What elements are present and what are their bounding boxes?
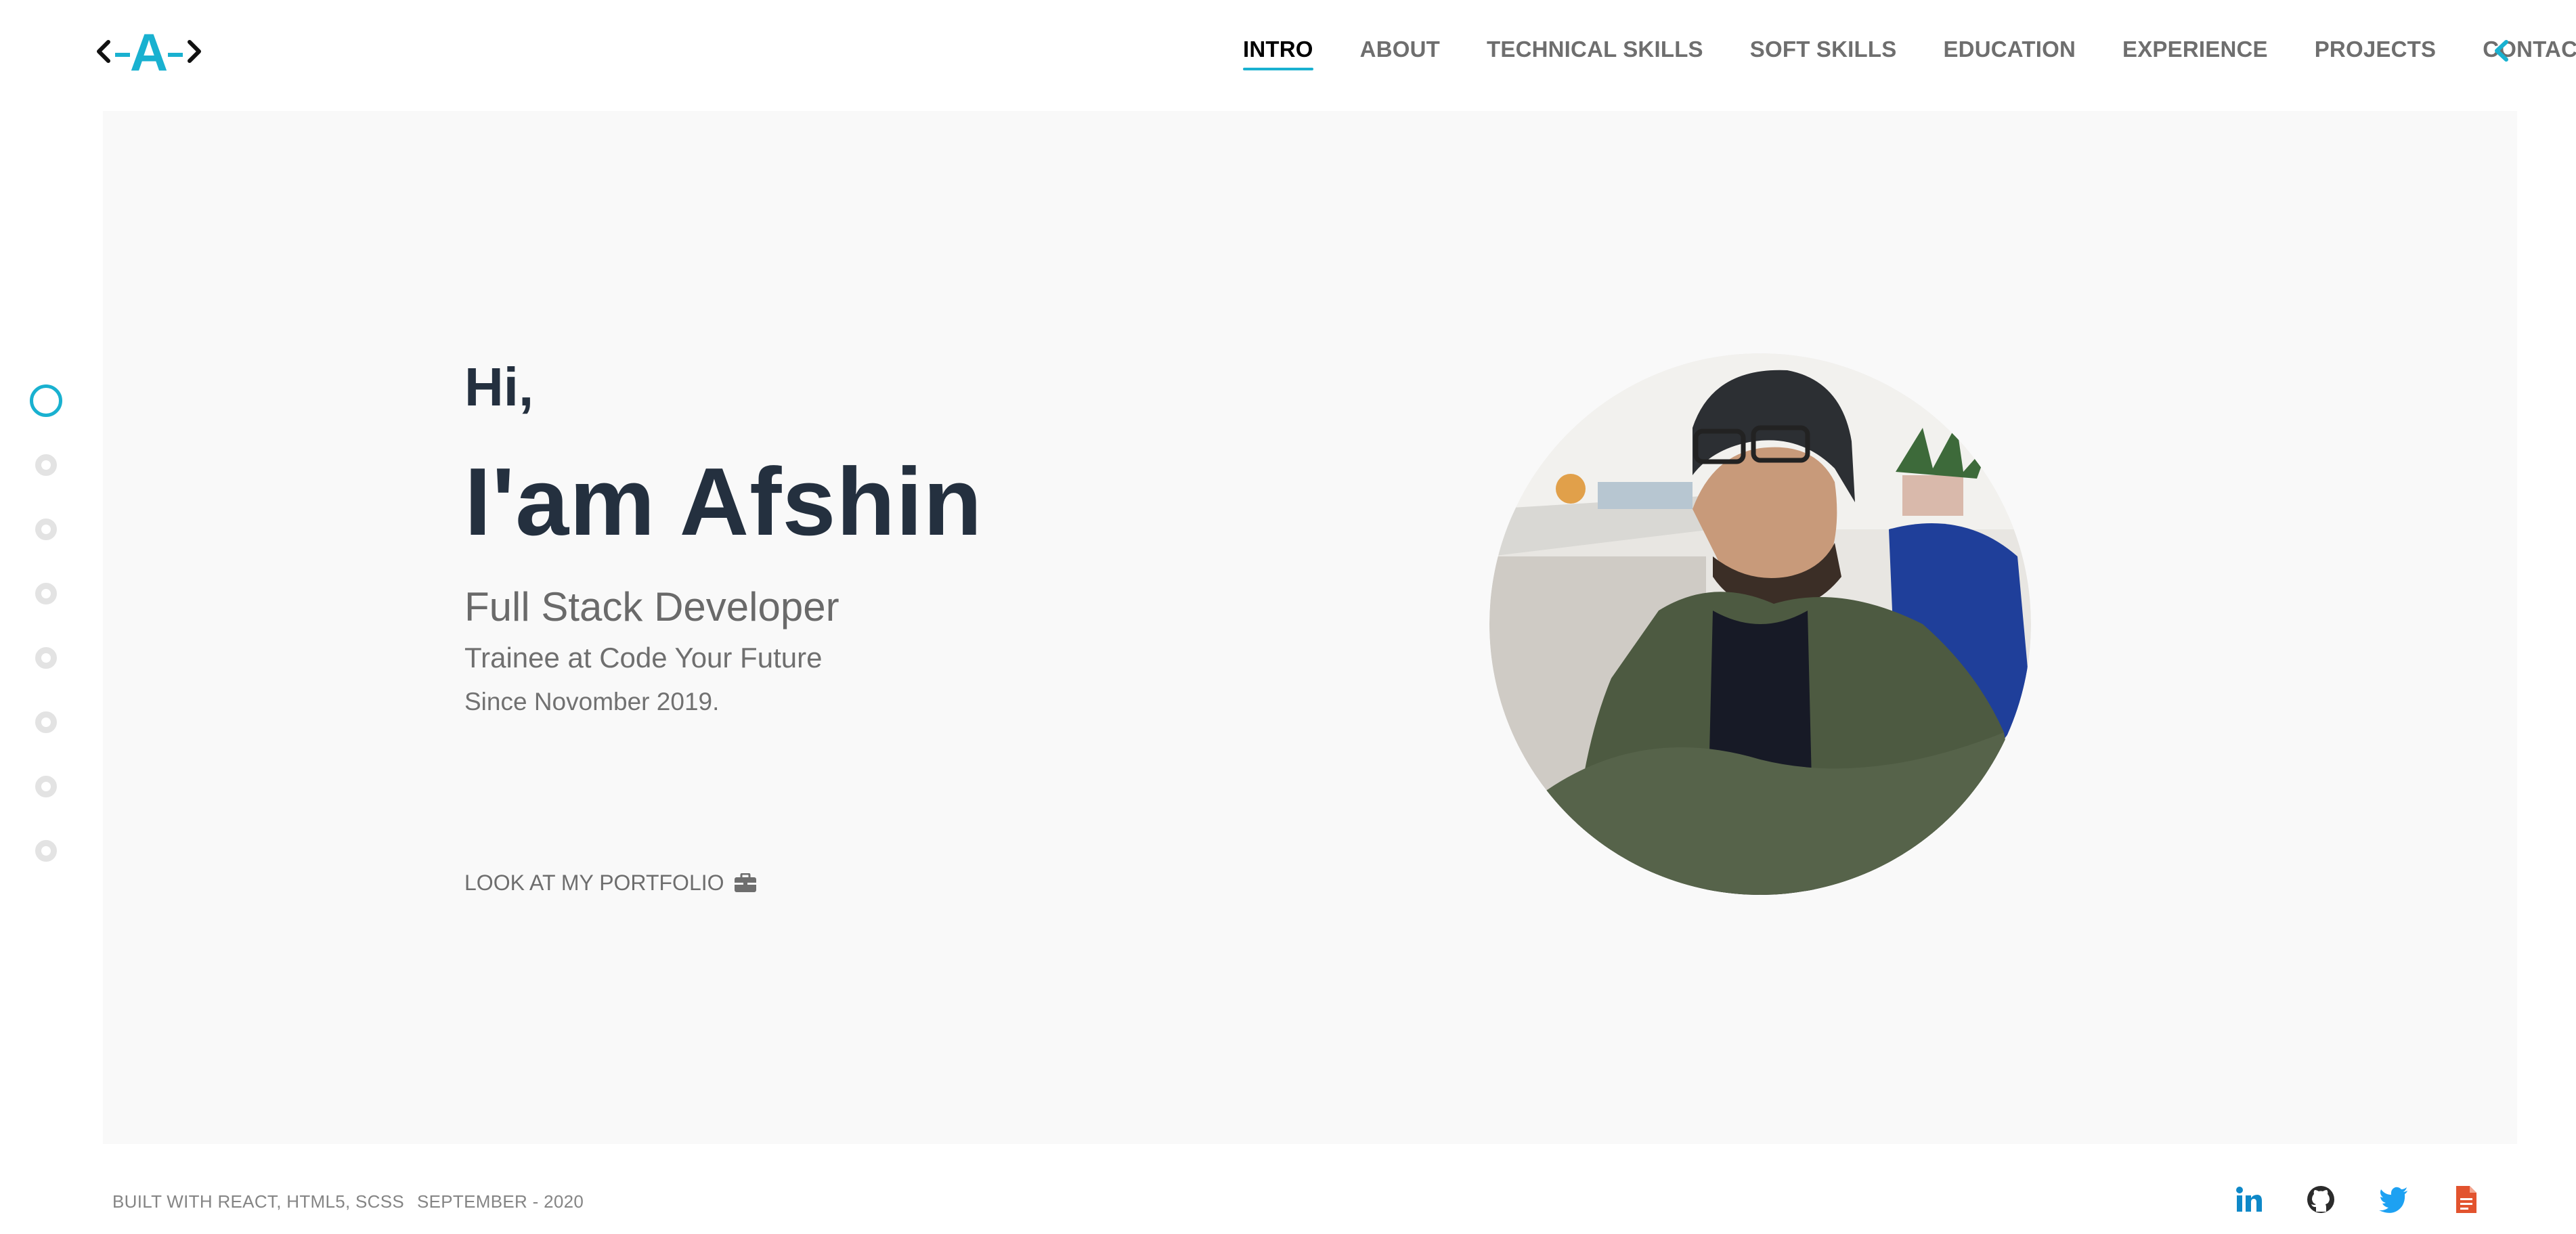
profile-photo xyxy=(1489,353,2031,895)
nav-item-about[interactable]: ABOUT xyxy=(1360,37,1440,62)
section-dot-contact[interactable] xyxy=(35,840,57,862)
role-subtitle: Trainee at Code Your Future xyxy=(464,642,823,674)
main-nav: INTRO ABOUT TECHNICAL SKILLS SOFT SKILLS… xyxy=(1243,34,2576,70)
site-header: A INTRO ABOUT TECHNICAL SKILLS SOFT SKIL… xyxy=(0,0,2576,111)
section-dot-education[interactable] xyxy=(35,647,57,669)
section-dot-experience[interactable] xyxy=(35,711,57,733)
footer-built-with: BUILT WITH REACT, HTML5, SCSS xyxy=(112,1191,405,1212)
github-icon[interactable] xyxy=(2306,1185,2336,1214)
portfolio-link-label: LOOK AT MY PORTFOLIO xyxy=(464,871,724,895)
logo-letter: A xyxy=(130,24,168,79)
role-title: Full Stack Developer xyxy=(464,584,839,630)
logo[interactable]: A xyxy=(95,24,203,79)
name-heading: I'am Afshin xyxy=(464,448,983,556)
briefcase-icon xyxy=(734,873,756,892)
nav-item-soft-skills[interactable]: SOFT SKILLS xyxy=(1750,37,1897,62)
section-dot-soft-skills[interactable] xyxy=(35,583,57,604)
nav-item-experience[interactable]: EXPERIENCE xyxy=(2122,37,2268,62)
footer-date: SEPTEMBER - 2020 xyxy=(417,1191,584,1212)
nav-item-education[interactable]: EDUCATION xyxy=(1943,37,2076,62)
twitter-icon[interactable] xyxy=(2379,1185,2409,1214)
resume-document-icon[interactable] xyxy=(2451,1185,2481,1214)
nav-item-projects[interactable]: PROJECTS xyxy=(2315,37,2436,62)
greeting-heading: Hi, xyxy=(464,357,534,417)
nav-item-intro[interactable]: INTRO xyxy=(1243,37,1313,70)
chevron-left-icon[interactable] xyxy=(2489,35,2516,66)
section-dot-about[interactable] xyxy=(35,454,57,476)
section-dot-projects[interactable] xyxy=(35,776,57,797)
section-dot-intro[interactable] xyxy=(30,384,62,417)
section-dot-technical-skills[interactable] xyxy=(35,519,57,540)
linkedin-icon[interactable] xyxy=(2234,1185,2264,1214)
since-text: Since Novomber 2019. xyxy=(464,688,720,715)
portfolio-link[interactable]: LOOK AT MY PORTFOLIO xyxy=(464,871,757,896)
nav-item-technical-skills[interactable]: TECHNICAL SKILLS xyxy=(1487,37,1703,62)
